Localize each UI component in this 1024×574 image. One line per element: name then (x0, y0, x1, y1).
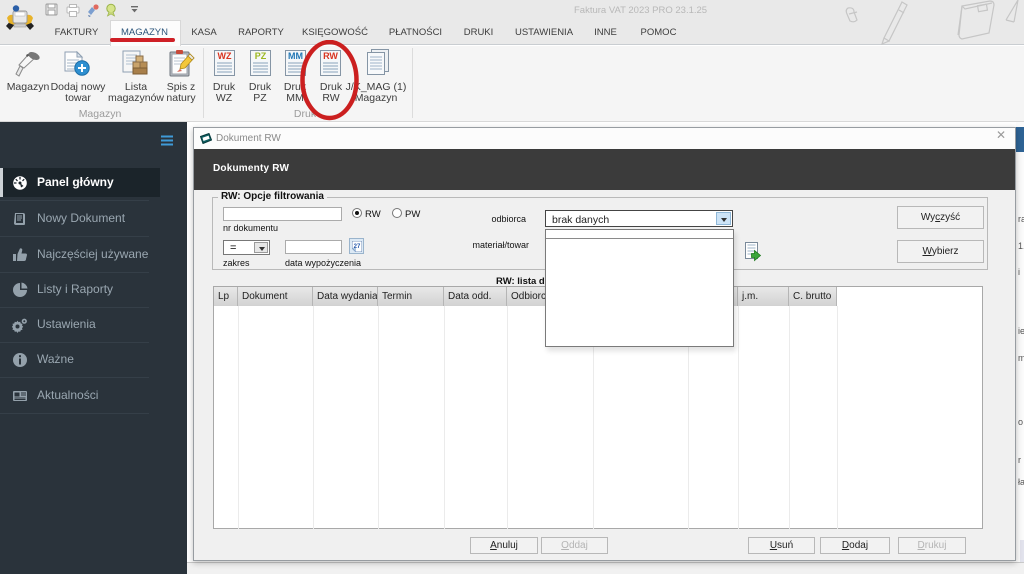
svg-text:PZ: PZ (255, 51, 267, 61)
svg-text:WZ: WZ (218, 51, 232, 61)
